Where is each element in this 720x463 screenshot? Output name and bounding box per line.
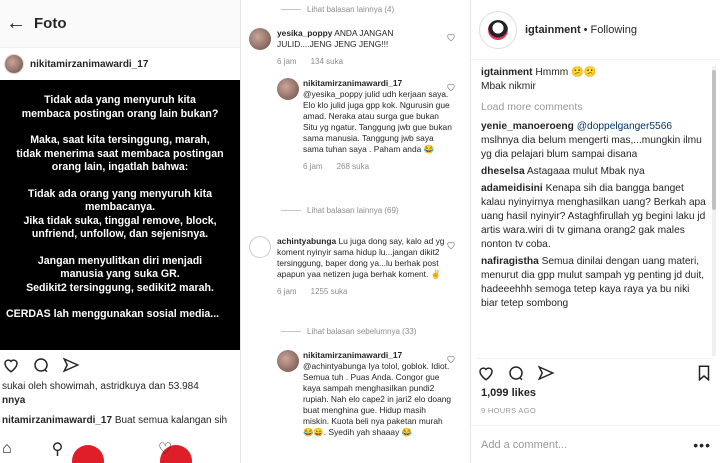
avatar[interactable] bbox=[249, 236, 271, 258]
account-header: igtainment • Following bbox=[471, 0, 720, 60]
post-text-block-5: CERDAS lah menggunakan sosial media... bbox=[6, 308, 220, 320]
account-name[interactable]: igtainment bbox=[525, 24, 581, 36]
comment-meta: 6 jam 268 suka bbox=[303, 161, 453, 172]
comment-username[interactable]: nikitamirzanimawardi_17 bbox=[303, 350, 402, 360]
comment-likes[interactable]: 268 suka bbox=[337, 162, 369, 171]
comment-time: 6 jam bbox=[277, 287, 297, 296]
more-options-icon[interactable]: ••• bbox=[693, 437, 711, 453]
like-heart-icon[interactable] bbox=[446, 354, 456, 364]
scrollbar[interactable] bbox=[712, 66, 716, 356]
caption: igtainment Hmmm 😕😕 Mbak nikmir bbox=[481, 66, 707, 94]
home-icon[interactable]: ⌂ bbox=[2, 440, 12, 458]
list-item: adameidisini Kenapa sih dia bangga bange… bbox=[481, 182, 707, 252]
post-author-row[interactable]: nikitamirzanimawardi_17 bbox=[0, 48, 240, 80]
search-icon[interactable]: ⚲ bbox=[52, 439, 64, 459]
header-title: Foto bbox=[34, 15, 67, 32]
right-post-panel: igtainment • Following igtainment Hmmm 😕… bbox=[470, 0, 720, 463]
comment-text: mslhnya dia belum mengerti mas,...mungki… bbox=[481, 135, 702, 160]
add-comment-bar: Add a comment... ••• bbox=[471, 425, 720, 463]
left-post-panel: ← Foto nikitamirzanimawardi_17 Tidak ada… bbox=[0, 0, 240, 463]
bottom-nav: ⌂ ⚲ ♡ bbox=[0, 435, 240, 463]
post-text-block-3: Tidak ada orang yang menyuruh kita memba… bbox=[23, 187, 217, 241]
comment-username[interactable]: yenie_manoeroeng bbox=[481, 121, 574, 132]
post-text-block-1: Tidak ada yang menyuruh kita membaca pos… bbox=[21, 94, 219, 120]
comment-username[interactable]: nikitamirzanimawardi_17 bbox=[303, 78, 402, 88]
comment-icon[interactable] bbox=[507, 364, 525, 382]
caption-text: Buat semua kalangan sih bbox=[114, 415, 228, 426]
post-text-block-2: Maka, saat kita tersinggung, marah, tida… bbox=[16, 134, 224, 173]
likes-summary[interactable]: sukai oleh showimah, astridkuya dan 53.9… bbox=[0, 380, 240, 408]
likes-count[interactable]: 1,099 likes bbox=[481, 387, 536, 399]
sticker-decoration bbox=[72, 445, 104, 463]
view-more-replies[interactable]: Lihat balasan lainnya (4) bbox=[281, 5, 394, 14]
bookmark-icon[interactable] bbox=[695, 364, 713, 382]
share-icon[interactable] bbox=[537, 364, 555, 382]
comments-list: igtainment Hmmm 😕😕 Mbak nikmir Load more… bbox=[481, 66, 707, 314]
heart-nav-icon[interactable]: ♡ bbox=[158, 439, 172, 459]
comment-icon[interactable] bbox=[32, 356, 50, 374]
share-icon[interactable] bbox=[62, 356, 80, 374]
comment-likes[interactable]: 1255 suka bbox=[311, 287, 348, 296]
scrollbar-thumb[interactable] bbox=[712, 70, 716, 210]
comment-username[interactable]: yesika_poppy bbox=[277, 28, 332, 38]
add-comment-input[interactable]: Add a comment... bbox=[481, 439, 567, 451]
comment-username[interactable]: dheselsa bbox=[481, 166, 525, 177]
comment-username[interactable]: adameidisini bbox=[481, 183, 543, 194]
comment-thread-panel: Lihat balasan lainnya (4) yesika_poppy A… bbox=[240, 0, 470, 463]
avatar[interactable] bbox=[277, 350, 299, 372]
action-bar bbox=[477, 358, 713, 382]
comment-meta: 6 jam 134 suka bbox=[277, 56, 447, 67]
comment-text: Astagaaa mulut Mbak nya bbox=[526, 166, 645, 177]
like-heart-icon[interactable] bbox=[446, 82, 456, 92]
post-caption: nitamirzanimawardi_17 Buat semua kalanga… bbox=[0, 408, 240, 428]
comment-username[interactable]: nafiragistha bbox=[481, 256, 539, 267]
comment-time: 6 jam bbox=[303, 162, 323, 171]
list-item: yenie_manoeroeng @doppelganger5566 mslhn… bbox=[481, 120, 707, 162]
likes-text[interactable]: sukai oleh showimah, astridkuya dan 53.9… bbox=[2, 381, 199, 392]
view-previous-replies[interactable]: Lihat balasan sebelumnya (33) bbox=[281, 327, 416, 336]
heart-icon[interactable] bbox=[2, 356, 20, 374]
left-action-bar bbox=[0, 350, 240, 380]
avatar[interactable] bbox=[249, 28, 271, 50]
post-author-username[interactable]: nikitamirzanimawardi_17 bbox=[30, 59, 148, 70]
separator-dot: • bbox=[583, 23, 588, 36]
list-item: nafiragistha Semua dinilai dengan uang m… bbox=[481, 255, 707, 311]
like-heart-icon[interactable] bbox=[446, 32, 456, 42]
left-header: ← Foto bbox=[0, 0, 240, 48]
post-timestamp: 9 HOURS AGO bbox=[481, 406, 536, 415]
like-heart-icon[interactable] bbox=[446, 240, 456, 250]
comment-mention[interactable]: @doppelganger5566 bbox=[577, 121, 672, 132]
list-item: dheselsa Astagaaa mulut Mbak nya bbox=[481, 165, 707, 179]
view-more-replies[interactable]: Lihat balasan lainnya (69) bbox=[281, 206, 399, 215]
comment-username[interactable]: achintyabunga bbox=[277, 236, 336, 246]
back-arrow-icon[interactable]: ← bbox=[6, 12, 26, 35]
caption-username[interactable]: nitamirzanimawardi_17 bbox=[2, 415, 112, 426]
comment-likes[interactable]: 134 suka bbox=[311, 57, 343, 66]
heart-icon[interactable] bbox=[477, 364, 495, 382]
caption-text-2: Mbak nikmir bbox=[481, 81, 536, 92]
following-button[interactable]: Following bbox=[590, 24, 636, 36]
comment-text: @achintyabunga Iya tolol, goblok. Idiot.… bbox=[303, 361, 452, 437]
caption-text: Hmmm 😕😕 bbox=[535, 67, 597, 78]
avatar[interactable] bbox=[4, 54, 24, 74]
avatar[interactable] bbox=[277, 78, 299, 100]
comment-time: 6 jam bbox=[277, 57, 297, 66]
account-logo[interactable] bbox=[479, 10, 517, 49]
likes-text-2: nnya bbox=[2, 395, 26, 406]
load-more-comments-button[interactable]: Load more comments bbox=[481, 100, 707, 114]
post-text-block-4: Jangan menyulitkan diri menjadi manusia … bbox=[26, 254, 214, 294]
comment-text: @yesika_poppy julid udh kerjaan saya. El… bbox=[303, 89, 452, 154]
post-image: Tidak ada yang menyuruh kita membaca pos… bbox=[0, 80, 240, 350]
caption-username[interactable]: igtainment bbox=[481, 67, 533, 78]
comment-meta: 6 jam 1255 suka bbox=[277, 286, 447, 297]
